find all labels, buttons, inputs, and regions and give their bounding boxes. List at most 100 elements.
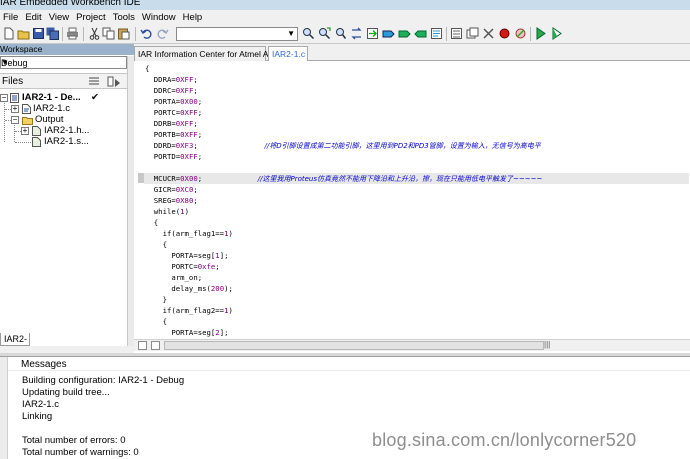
code-number: 0xfe [197, 262, 216, 271]
code-text: ; [193, 185, 198, 194]
code-line[interactable]: MCUCR=0X00; //这里我用Proteus仿真竟然不能用下降沿和上升沿，… [145, 173, 543, 184]
code-line[interactable]: PORTC=0XFF; [145, 107, 202, 118]
compile-icon[interactable] [450, 27, 463, 40]
code-line[interactable]: { [145, 217, 158, 228]
code-line[interactable]: if(arm_flag2==1) [145, 305, 233, 316]
find-icon[interactable] [302, 27, 315, 40]
code-line[interactable]: PORTB=0XFF; [145, 129, 202, 140]
tab-source-file[interactable]: IAR2-1.c [268, 46, 308, 61]
file-icon [32, 137, 41, 147]
menu-tools[interactable]: Tools [110, 12, 139, 23]
save-icon[interactable] [32, 27, 45, 40]
code-number: 0X00 [180, 97, 198, 106]
paste-icon[interactable] [117, 27, 130, 40]
redo-icon[interactable] [156, 27, 169, 40]
tree-item-s-file[interactable]: IAR2-1.s... [0, 136, 127, 148]
find-prev-icon[interactable] [334, 27, 347, 40]
code-line[interactable]: GICR=0XC0; [145, 184, 198, 195]
undo-icon[interactable] [140, 27, 153, 40]
window-title: IAR Embedded Workbench IDE [0, 0, 141, 8]
code-line[interactable]: PORTC=0xfe; [145, 261, 220, 272]
workspace-scrollbar[interactable] [127, 56, 134, 353]
split-button[interactable] [138, 341, 147, 350]
goto-icon[interactable] [366, 27, 379, 40]
editor-horizontal-scrollbar[interactable]: ||| [134, 339, 690, 351]
code-line[interactable]: DDRA=0XFF; [145, 74, 198, 85]
debug-icon[interactable] [534, 27, 547, 40]
open-file-icon[interactable] [17, 27, 30, 40]
message-line[interactable]: Total number of warnings: 0 [22, 447, 139, 458]
collapse-icon[interactable]: − [0, 94, 8, 102]
code-line[interactable]: DDRB=0XFF; [145, 118, 198, 129]
menu-file[interactable]: File [0, 12, 22, 23]
code-text: PORTA=seg[ [145, 251, 216, 260]
code-line[interactable]: PORTD=0XFF; [145, 151, 202, 162]
list-options-icon[interactable] [88, 76, 100, 87]
make-icon[interactable] [466, 27, 479, 40]
copy-icon[interactable] [102, 27, 115, 40]
menu-window[interactable]: Window [139, 12, 180, 23]
message-line[interactable]: IAR2-1.c [22, 399, 59, 410]
print-icon[interactable] [66, 27, 79, 40]
code-text: { [145, 64, 150, 73]
code-text: arm_on; [145, 273, 203, 282]
expand-icon[interactable]: + [21, 127, 29, 135]
breakpoint-clear-icon[interactable] [514, 27, 527, 40]
browse-icon[interactable] [430, 27, 443, 40]
menu-edit[interactable]: Edit [22, 12, 45, 23]
message-line[interactable]: Total number of errors: 0 [22, 435, 126, 446]
code-text: ) [228, 306, 233, 315]
bookmark-next-icon[interactable] [398, 27, 411, 40]
code-line[interactable]: PORTA=0X00; [145, 96, 202, 107]
workspace-header: Workspace [0, 44, 134, 55]
code-line[interactable]: DDRD=0XF3; //将D引脚设置成第二功能引脚，这里用到PD2和PD3管脚… [145, 140, 541, 151]
message-line[interactable]: Building configuration: IAR2-1 - Debug [22, 375, 184, 386]
tab-info-center[interactable]: IAR Information Center for Atmel AVR [134, 46, 280, 61]
save-all-icon[interactable] [46, 27, 59, 40]
code-text: ) [184, 207, 189, 216]
cut-icon[interactable] [88, 27, 101, 40]
code-text: ; [193, 196, 198, 205]
code-line[interactable]: arm_on; [145, 272, 202, 283]
code-line[interactable]: SREG=0X80; [145, 195, 198, 206]
editor-gutter[interactable] [134, 61, 144, 339]
workspace-tab[interactable]: IAR2-1 [0, 333, 30, 356]
download-icon[interactable] [550, 27, 563, 40]
message-line[interactable]: Updating build tree... [22, 387, 110, 398]
build-status-icon[interactable] [107, 76, 121, 87]
find-combo[interactable]: ▼ [176, 27, 298, 41]
code-line[interactable]: delay_ms(200); [145, 283, 233, 294]
code-line[interactable]: while(1) [145, 206, 189, 217]
breakpoint-icon[interactable] [498, 27, 511, 40]
bookmark-prev-icon[interactable] [414, 27, 427, 40]
replace-icon[interactable] [350, 27, 363, 40]
code-text: SREG= [145, 196, 176, 205]
expand-icon[interactable]: + [11, 105, 19, 113]
code-line[interactable]: { [145, 239, 167, 250]
stop-icon[interactable] [482, 27, 495, 40]
collapse-icon[interactable]: − [11, 116, 19, 124]
message-line[interactable]: Linking [22, 411, 52, 422]
code-line[interactable]: PORTA=seg[2]; [145, 327, 228, 338]
code-line[interactable]: { [145, 316, 167, 327]
scroll-thumb[interactable] [164, 341, 544, 350]
code-line[interactable]: PORTA=seg[1]; [145, 250, 228, 261]
config-select[interactable]: Debug ▼ [0, 56, 127, 69]
code-editor[interactable]: { DDRA=0XFF; DDRC=0XFF; PORTA=0X00; PORT… [134, 61, 690, 339]
menu-help[interactable]: Help [180, 12, 207, 23]
view-button[interactable] [151, 341, 160, 350]
code-line[interactable]: if(arm_flag1==1) [145, 228, 233, 239]
code-number: 200 [210, 284, 225, 293]
find-next-icon[interactable] [318, 27, 331, 40]
code-text: ; [215, 262, 220, 271]
code-line[interactable]: { [145, 63, 149, 74]
editor-tabs: IAR Information Center for Atmel AVR IAR… [134, 44, 690, 61]
code-text: { [145, 317, 167, 326]
menu-view[interactable]: View [46, 12, 73, 23]
menu-project[interactable]: Project [73, 12, 110, 23]
code-line[interactable]: DDRC=0XFF; [145, 85, 198, 96]
code-line[interactable]: } [145, 294, 167, 305]
code-number: 0XFF [175, 119, 194, 128]
new-file-icon[interactable] [2, 27, 15, 40]
bookmark-icon[interactable] [382, 27, 395, 40]
